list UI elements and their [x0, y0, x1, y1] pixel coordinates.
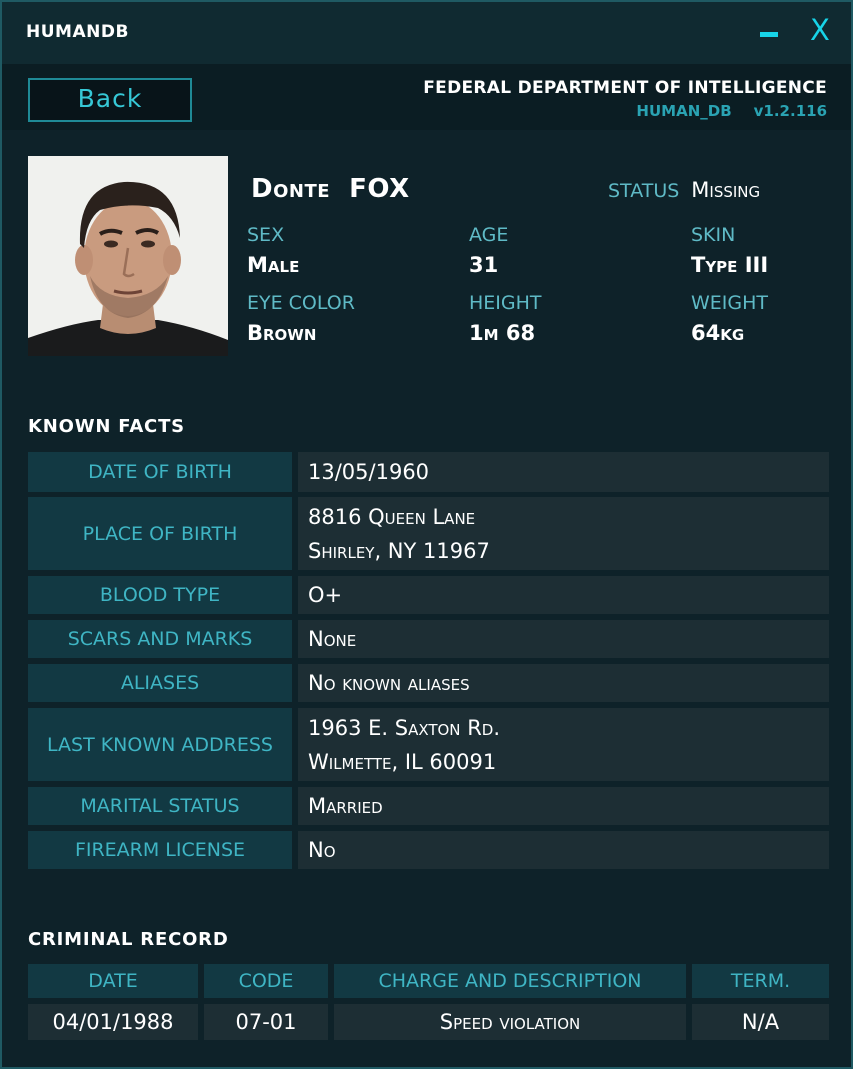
fact-row-aliases: ALIASES No known aliases	[28, 664, 829, 702]
record-header-code: CODE	[204, 964, 328, 998]
db-name: HUMAN_DB	[636, 102, 732, 120]
record-cell-charge: Speed violation	[334, 1004, 686, 1040]
age-value: 31	[469, 253, 499, 277]
db-version: HUMAN_DB v1.2.116	[423, 102, 827, 120]
fact-value-line: Shirley, NY 11967	[308, 538, 490, 563]
fact-value-line: Married	[308, 794, 383, 818]
app-title: HUMANDB	[26, 22, 129, 42]
humandb-window: HUMANDB X Back FEDERAL DEPARTMENT OF INT…	[0, 0, 853, 1069]
record-header-date: DATE	[28, 964, 198, 998]
eye-color-value: Brown	[247, 321, 317, 345]
fact-value: No known aliases	[298, 664, 829, 702]
fact-value-line: O+	[308, 583, 343, 607]
fact-row-scars-marks: SCARS AND MARKS None	[28, 620, 829, 658]
record-cell-term: N/A	[692, 1004, 829, 1040]
status-field: STATUS Missing	[608, 178, 760, 202]
fact-value-line: Wilmette, IL 60091	[308, 749, 497, 774]
status-label: STATUS	[608, 180, 680, 202]
fact-row-firearm-license: FIREARM LICENSE No	[28, 831, 829, 869]
fact-value: No	[298, 831, 829, 869]
fact-label: ALIASES	[28, 664, 292, 702]
criminal-record-title: CRIMINAL RECORD	[28, 929, 229, 950]
fact-value: Married	[298, 787, 829, 825]
fact-value: None	[298, 620, 829, 658]
close-icon[interactable]: X	[810, 14, 830, 46]
sex-value: Male	[247, 253, 300, 277]
sex-label: SEX	[247, 224, 285, 246]
status-value: Missing	[691, 178, 761, 202]
known-facts-title: KNOWN FACTS	[28, 416, 185, 437]
fact-row-blood-type: BLOOD TYPE O+	[28, 576, 829, 614]
fact-value-line: None	[308, 627, 357, 651]
height-label: HEIGHT	[469, 292, 542, 314]
record-cell-date: 04/01/1988	[28, 1004, 198, 1040]
header: Back FEDERAL DEPARTMENT OF INTELLIGENCE …	[2, 64, 851, 130]
first-name: Donte	[251, 174, 331, 204]
agency-name: FEDERAL DEPARTMENT OF INTELLIGENCE	[423, 78, 827, 98]
record-header-term: TERM.	[692, 964, 829, 998]
fact-label: SCARS AND MARKS	[28, 620, 292, 658]
skin-label: SKIN	[691, 224, 736, 246]
subject-name: Donte FOX	[251, 174, 410, 204]
record-header-charge: CHARGE AND DESCRIPTION	[334, 964, 686, 998]
fact-value-line: 8816 Queen Lane	[308, 504, 476, 529]
fact-label: FIREARM LICENSE	[28, 831, 292, 869]
fact-value-line: 1963 E. Saxton Rd.	[308, 715, 501, 740]
fact-row-dob: DATE OF BIRTH 13/05/1960	[28, 452, 829, 492]
fact-label: BLOOD TYPE	[28, 576, 292, 614]
fact-value-line: No	[308, 838, 336, 862]
fact-value-line: 13/05/1960	[308, 460, 430, 484]
fact-label: LAST KNOWN ADDRESS	[28, 708, 292, 781]
last-name: FOX	[349, 174, 410, 204]
fact-label: DATE OF BIRTH	[28, 452, 292, 492]
record-cell-code: 07-01	[204, 1004, 328, 1040]
fact-value: 8816 Queen Lane Shirley, NY 11967	[298, 497, 829, 570]
fact-value: 1963 E. Saxton Rd. Wilmette, IL 60091	[298, 708, 829, 781]
fact-row-place-of-birth: PLACE OF BIRTH 8816 Queen Lane Shirley, …	[28, 497, 829, 570]
fact-value-line: No known aliases	[308, 671, 470, 695]
fact-value: O+	[298, 576, 829, 614]
fact-row-last-address: LAST KNOWN ADDRESS 1963 E. Saxton Rd. Wi…	[28, 708, 829, 781]
minimize-icon[interactable]	[760, 32, 778, 37]
agency-block: FEDERAL DEPARTMENT OF INTELLIGENCE HUMAN…	[423, 78, 827, 120]
version-label: v1.2.116	[753, 102, 827, 120]
fact-value: 13/05/1960	[298, 452, 829, 492]
title-bar: HUMANDB X	[2, 2, 851, 64]
back-button[interactable]: Back	[28, 78, 192, 122]
skin-value: Type III	[691, 253, 769, 277]
weight-label: WEIGHT	[691, 292, 769, 314]
height-value: 1m 68	[469, 321, 536, 345]
weight-value: 64kg	[691, 321, 745, 345]
eye-color-label: EYE COLOR	[247, 292, 355, 314]
fact-label: PLACE OF BIRTH	[28, 497, 292, 570]
subject-photo	[28, 156, 228, 356]
age-label: AGE	[469, 224, 509, 246]
portrait-image	[28, 156, 228, 356]
fact-label: MARITAL STATUS	[28, 787, 292, 825]
fact-row-marital-status: MARITAL STATUS Married	[28, 787, 829, 825]
